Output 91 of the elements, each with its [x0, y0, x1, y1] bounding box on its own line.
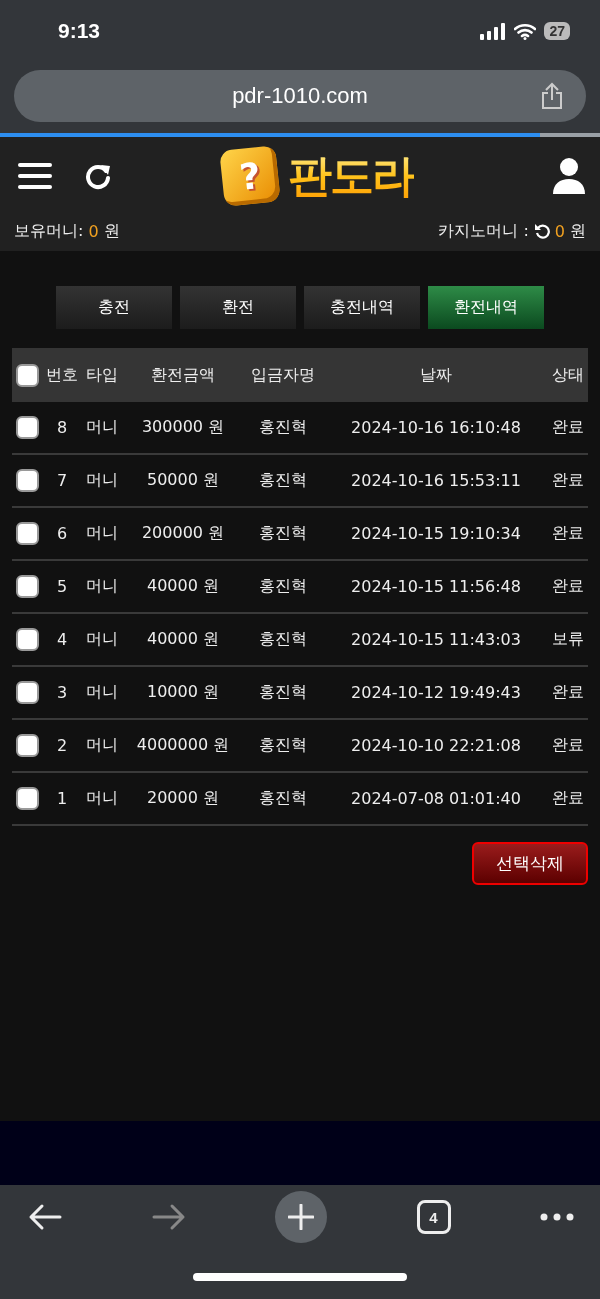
table-cell-text: 2024-10-10 22:21:08: [350, 736, 522, 755]
table-cell-text: 완료: [551, 470, 585, 491]
column-header: 환전금액: [150, 364, 216, 386]
table-cell-text: 홍진혁: [258, 788, 308, 809]
table-cell-text: 1: [55, 789, 69, 808]
table-cell-text: 홍진혁: [258, 470, 308, 491]
table-cell-text: 머니: [85, 788, 119, 809]
row-checkbox[interactable]: [16, 787, 39, 810]
table-cell-text: 40000 원: [146, 629, 220, 650]
status-time: 9:13: [58, 19, 101, 43]
plus-icon: [288, 1204, 314, 1230]
casino-money-label: 카지노머니 :: [438, 220, 529, 242]
table-cell-text: 2024-10-16 15:53:11: [350, 471, 522, 490]
table-cell-text: 50000 원: [146, 470, 220, 491]
balance-label: 보유머니:: [14, 220, 84, 242]
table-cell-text: 머니: [85, 417, 119, 438]
battery-level: 27: [544, 22, 570, 40]
row-checkbox[interactable]: [16, 628, 39, 651]
tab[interactable]: 충전: [56, 286, 172, 329]
refresh-icon[interactable]: [84, 162, 112, 190]
table-cell-text: 300000 원: [140, 417, 226, 438]
select-all-checkbox[interactable]: [16, 363, 39, 387]
row-checkbox[interactable]: [16, 522, 39, 545]
row-checkbox[interactable]: [16, 469, 39, 492]
row-checkbox[interactable]: [16, 681, 39, 704]
table-cell-text: 4: [55, 630, 69, 649]
table-cell-text: 홍진혁: [258, 629, 308, 650]
table-cell-text: 200000 원: [140, 523, 226, 544]
table-cell-text: 홍진혁: [258, 735, 308, 756]
table-cell-text: 머니: [85, 629, 119, 650]
table-cell-text: 5: [55, 577, 69, 596]
table-cell-text: 2024-10-15 11:56:48: [350, 577, 522, 596]
tab[interactable]: 환전내역: [428, 286, 544, 329]
table-cell-text: 8: [55, 418, 69, 437]
table-cell-text: 홍진혁: [258, 682, 308, 703]
tab[interactable]: 충전내역: [304, 286, 420, 329]
column-header: 타입: [85, 364, 119, 386]
table-cell-text: 7: [55, 471, 69, 490]
balance-value: 0: [88, 221, 99, 241]
row-checkbox[interactable]: [16, 416, 39, 439]
table-cell-text: 머니: [85, 576, 119, 597]
table-cell-text: 2024-10-12 19:49:43: [350, 683, 522, 702]
table-cell-text: 완료: [551, 523, 585, 544]
table-cell-text: 홍진혁: [258, 576, 308, 597]
table-cell-text: 머니: [85, 523, 119, 544]
table-cell-text: 보류: [551, 629, 585, 650]
new-tab-button[interactable]: [275, 1191, 327, 1243]
table-cell-text: 머니: [85, 682, 119, 703]
address-bar[interactable]: pdr-1010.com: [14, 70, 586, 122]
row-checkbox[interactable]: [16, 575, 39, 598]
table-cell-text: 머니: [85, 735, 119, 756]
url-text: pdr-1010.com: [232, 83, 368, 109]
table-cell-text: 완료: [551, 788, 585, 809]
table-cell-text: 6: [55, 524, 69, 543]
currency-unit: 원: [570, 220, 586, 242]
user-icon[interactable]: [552, 157, 586, 195]
row-checkbox[interactable]: [16, 734, 39, 757]
table-cell-text: 완료: [551, 576, 585, 597]
tab[interactable]: 환전: [180, 286, 296, 329]
delete-selected-button[interactable]: 선택삭제: [472, 842, 588, 885]
column-header: 상태: [551, 364, 585, 386]
wifi-icon: [514, 22, 537, 40]
table-cell-text: 40000 원: [146, 576, 220, 597]
table-cell-text: 2024-07-08 01:01:40: [350, 789, 522, 808]
table-cell-text: 2024-10-15 19:10:34: [350, 524, 522, 543]
table-cell-text: 홍진혁: [258, 417, 308, 438]
table-cell-text: 홍진혁: [258, 523, 308, 544]
share-icon[interactable]: [540, 82, 564, 110]
tab-count-button[interactable]: 4: [416, 1200, 451, 1234]
table-cell-text: 2: [55, 736, 69, 755]
table-cell-text: 완료: [551, 735, 585, 756]
table-cell-text: 2024-10-15 11:43:03: [350, 630, 522, 649]
refresh-icon[interactable]: [533, 223, 550, 239]
table-cell-text: 10000 원: [146, 682, 220, 703]
table-cell-text: 2024-10-16 16:10:48: [350, 418, 522, 437]
column-header: 날짜: [419, 364, 453, 386]
menu-icon[interactable]: [18, 162, 52, 190]
currency-unit: 원: [103, 220, 120, 242]
column-header: 번호: [45, 364, 79, 386]
logo-icon: ?: [219, 145, 281, 207]
casino-money-value: 0: [554, 221, 565, 241]
signal-icon: [480, 22, 507, 40]
more-icon[interactable]: [540, 1213, 574, 1221]
back-icon[interactable]: [28, 1203, 62, 1231]
column-header: 입금자명: [250, 364, 316, 386]
table-cell-text: 4000000 원: [135, 735, 231, 756]
table-cell-text: 머니: [85, 470, 119, 491]
table-cell-text: 완료: [551, 417, 585, 438]
table-cell-text: 20000 원: [146, 788, 220, 809]
table-cell-text: 완료: [551, 682, 585, 703]
table-cell-text: 3: [55, 683, 69, 702]
